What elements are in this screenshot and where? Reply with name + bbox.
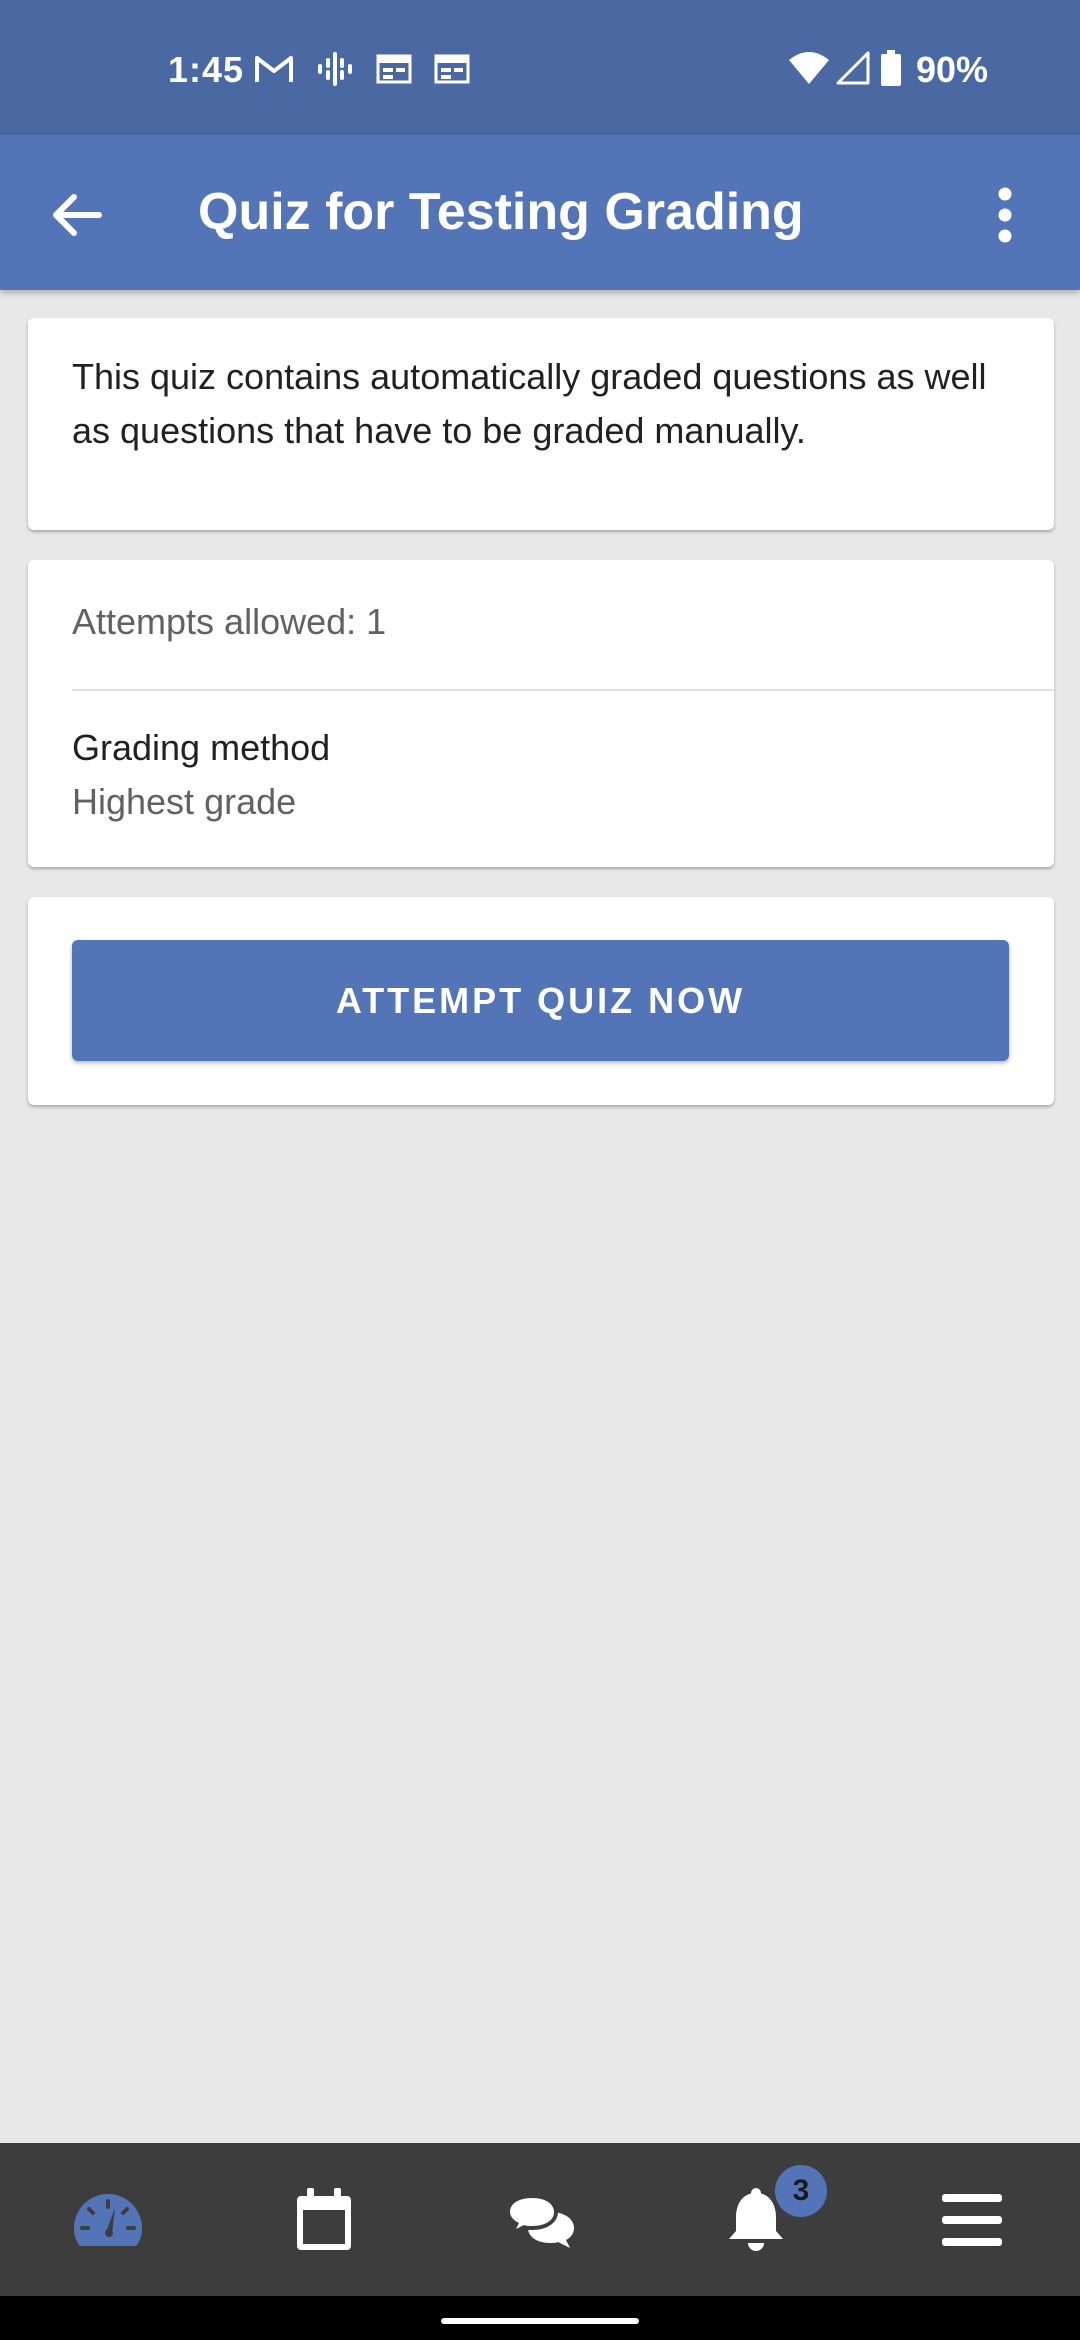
- app-bar: Quiz for Testing Grading: [0, 135, 1080, 290]
- system-icons: 90%: [788, 48, 988, 92]
- attempts-allowed: Attempts allowed: 1: [72, 601, 387, 642]
- notification-icons: [254, 50, 492, 92]
- bottom-navigation: [0, 2143, 1080, 2296]
- status-bar: 1:45 90%: [0, 0, 1080, 135]
- quiz-action-card: ATTEMPT QUIZ NOW: [28, 897, 1054, 1105]
- back-button[interactable]: [36, 180, 116, 250]
- arrow-back-icon: [53, 194, 102, 236]
- gmail-icon: [254, 54, 294, 89]
- home-indicator[interactable]: [441, 2318, 639, 2324]
- nav-item-calendar[interactable]: [216, 2143, 432, 2296]
- nav-item-notifications[interactable]: [648, 2143, 864, 2296]
- quiz-info-card: Attempts allowed: 1 Grading method Highe…: [28, 560, 1054, 867]
- quiz-description: This quiz contains automatically graded …: [72, 356, 987, 451]
- page-title: Quiz for Testing Grading: [198, 183, 804, 241]
- attempt-quiz-button[interactable]: ATTEMPT QUIZ NOW: [72, 940, 1009, 1061]
- nav-item-messages[interactable]: [432, 2143, 648, 2296]
- notification-badge: 3: [775, 2165, 827, 2217]
- messages-icon: [506, 2193, 574, 2248]
- battery-percent: 90%: [916, 49, 989, 90]
- wifi-icon: [788, 51, 830, 90]
- quiz-description-card: This quiz contains automatically graded …: [28, 318, 1054, 530]
- divider: [72, 689, 1054, 691]
- grading-method-label: Grading method: [72, 727, 331, 768]
- nav-item-menu[interactable]: [864, 2143, 1080, 2296]
- podcast-icon: [316, 51, 354, 92]
- status-time: 1:45: [168, 49, 245, 90]
- grading-method-value: Highest grade: [72, 781, 297, 822]
- signal-icon: [836, 51, 870, 90]
- more-vertical-icon: [998, 187, 1012, 243]
- calendar-icon: [376, 54, 412, 89]
- calendar-icon: [434, 54, 470, 89]
- menu-icon: [942, 2193, 1002, 2246]
- dashboard-icon: [74, 2193, 142, 2246]
- battery-icon: [880, 49, 902, 91]
- more-options-button[interactable]: [980, 180, 1030, 250]
- nav-item-dashboard[interactable]: [0, 2143, 216, 2296]
- calendar-icon: [297, 2187, 351, 2250]
